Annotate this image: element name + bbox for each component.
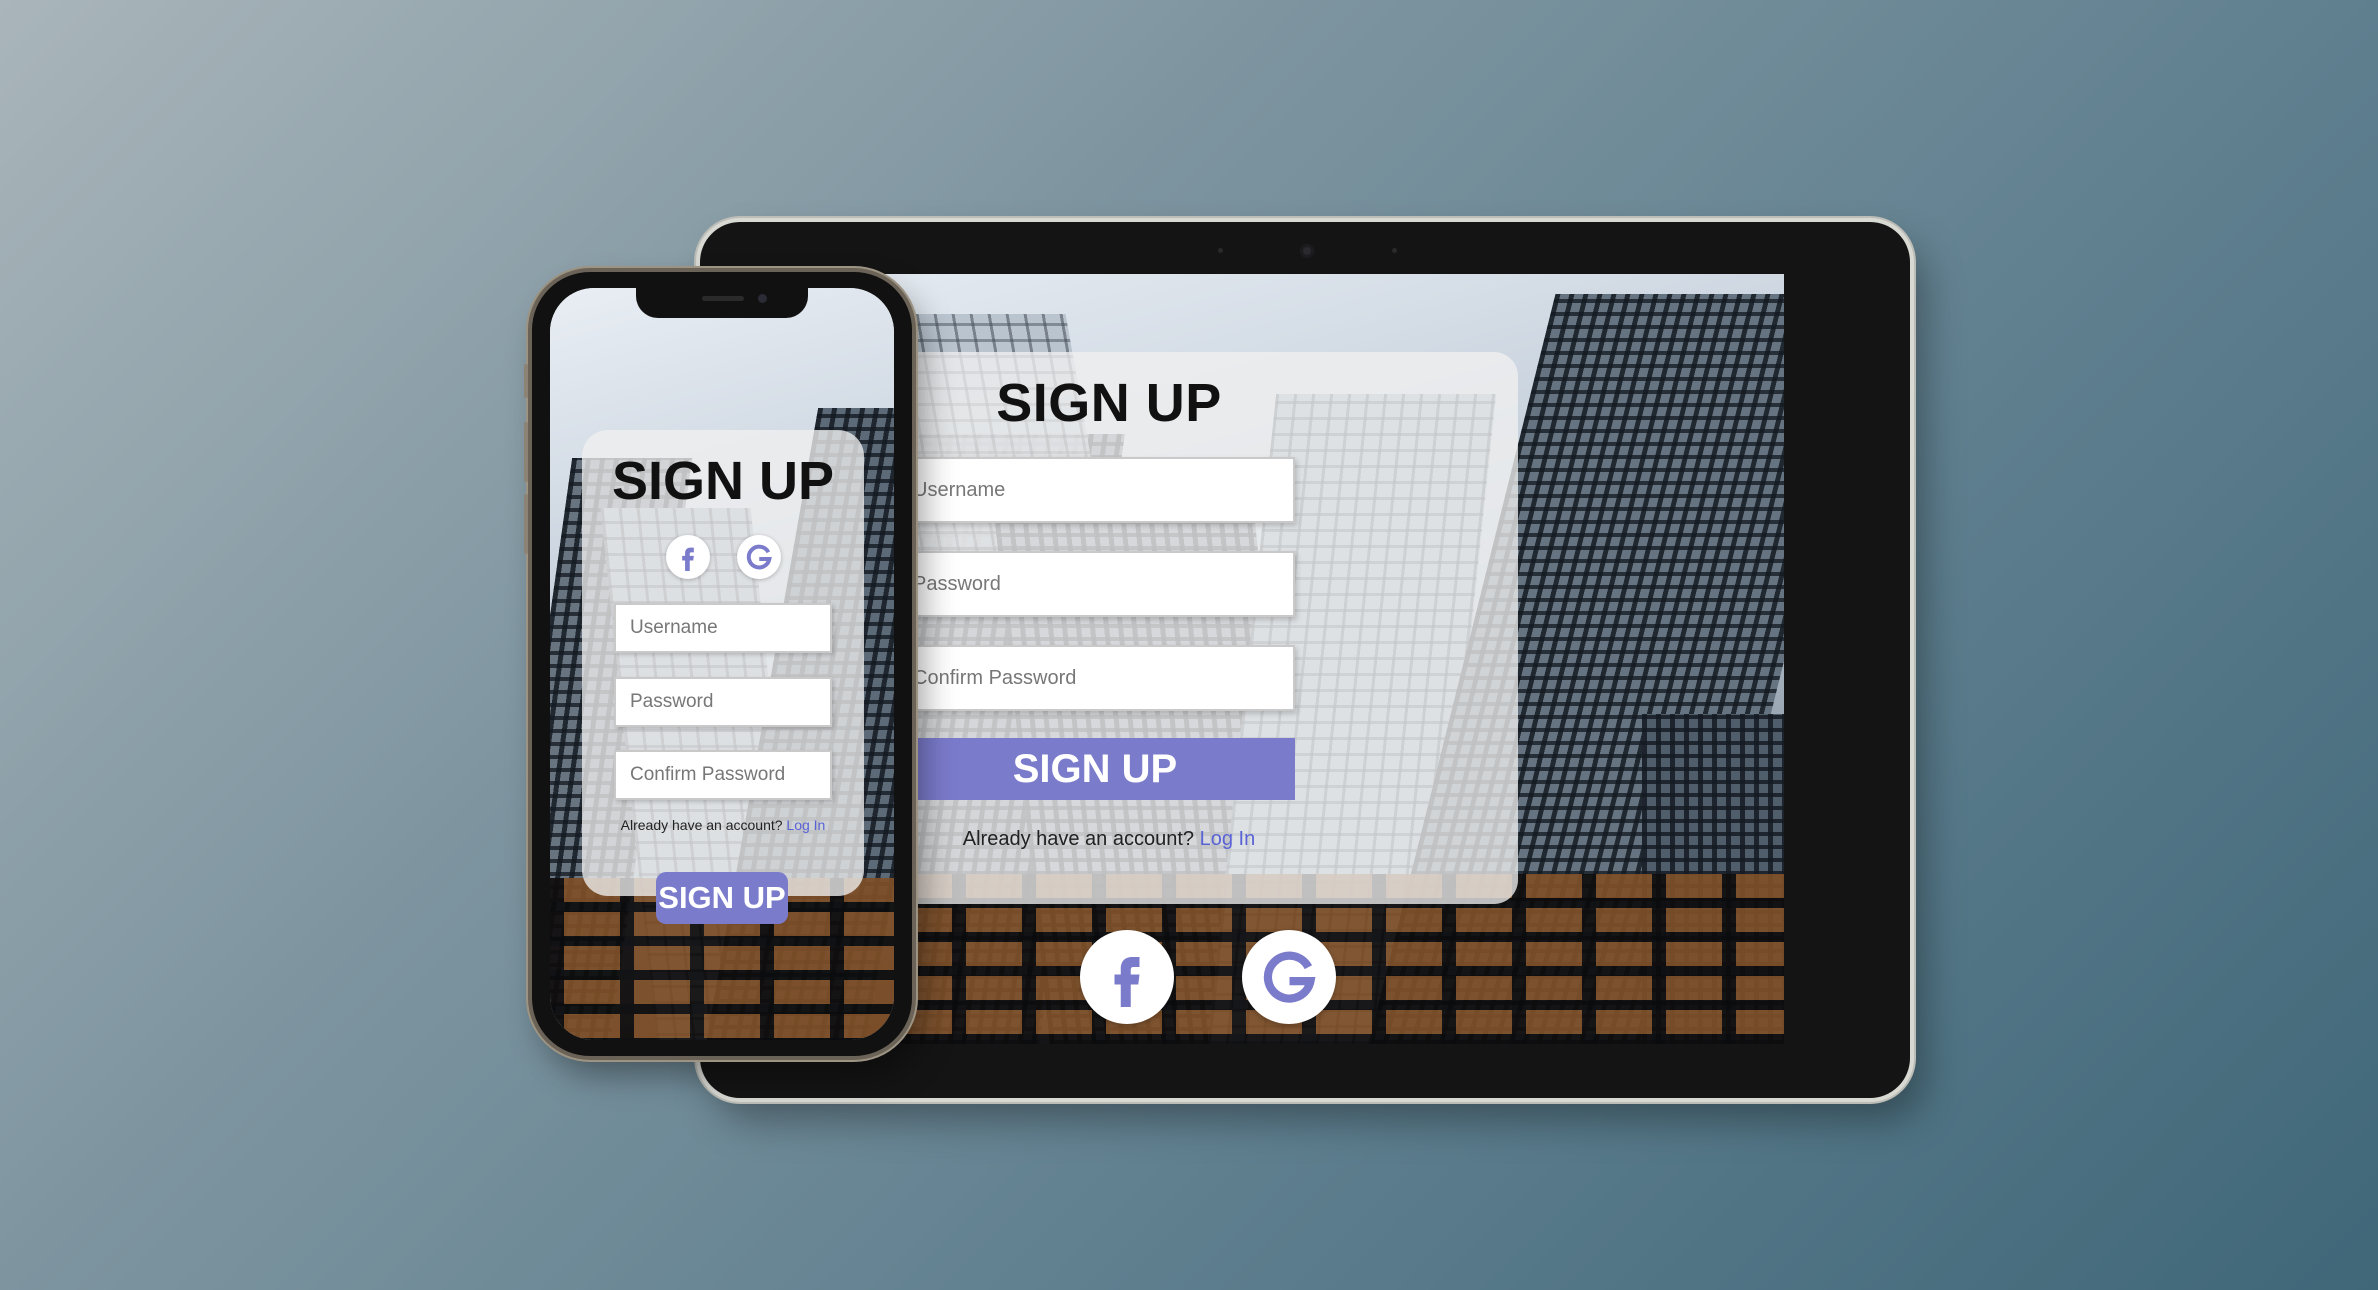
login-prompt-text: Already have an account? <box>620 817 783 833</box>
facebook-button[interactable] <box>666 535 710 579</box>
confirm-password-field[interactable]: Confirm Password <box>895 645 1295 711</box>
login-link[interactable]: Log In <box>786 817 825 833</box>
page-title: SIGN UP <box>611 451 835 511</box>
phone-side-button <box>524 494 528 554</box>
username-field[interactable]: Username <box>614 603 832 653</box>
tablet-sensor <box>1218 248 1223 253</box>
password-field[interactable]: Password <box>895 551 1295 617</box>
login-link[interactable]: Log In <box>1200 828 1256 850</box>
signup-button[interactable]: SIGN UP <box>656 872 788 924</box>
google-button[interactable] <box>737 535 781 579</box>
phone-notch <box>636 288 808 318</box>
username-field[interactable]: Username <box>895 457 1295 523</box>
google-icon <box>1263 951 1316 1003</box>
phone-screen: SIGN UP Username Password Confirm Passwo… <box>550 288 894 1040</box>
signup-button[interactable]: SIGN UP <box>895 738 1295 800</box>
phone-device: SIGN UP Username Password Confirm Passwo… <box>524 272 912 1056</box>
password-field[interactable]: Password <box>614 677 832 727</box>
tablet-camera <box>1300 244 1314 258</box>
facebook-icon <box>682 547 694 571</box>
google-icon <box>746 544 772 570</box>
login-prompt: Already have an account? Log In <box>582 817 864 833</box>
confirm-password-field[interactable]: Confirm Password <box>614 750 832 800</box>
tablet-sensor <box>1392 248 1397 253</box>
login-prompt-text: Already have an account? <box>962 828 1195 850</box>
facebook-icon <box>1114 957 1140 1007</box>
google-button[interactable] <box>1242 930 1336 1024</box>
phone-side-button <box>524 364 528 398</box>
phone-camera <box>758 294 767 303</box>
phone-side-button <box>524 422 528 482</box>
phone-speaker <box>702 296 744 301</box>
signup-card: SIGN UP Username Password Confirm Passwo… <box>582 430 864 896</box>
facebook-button[interactable] <box>1080 930 1174 1024</box>
